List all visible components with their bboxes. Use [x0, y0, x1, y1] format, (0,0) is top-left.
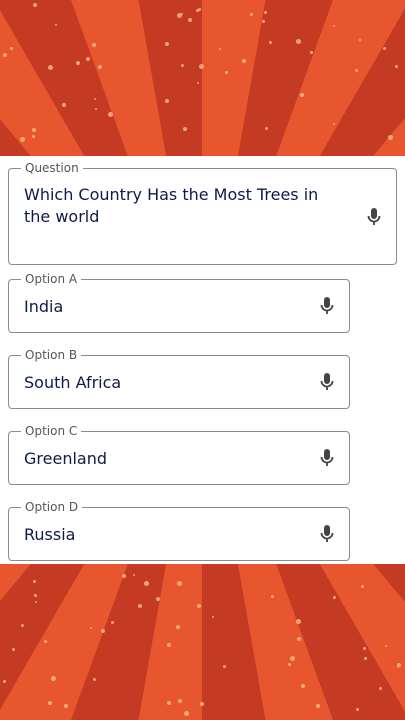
- confetti-speck: [155, 596, 160, 601]
- confetti-speck: [43, 639, 47, 643]
- confetti-speck: [315, 703, 320, 708]
- confetti-speck: [34, 600, 37, 603]
- option-b-field[interactable]: Option B South Africa: [8, 347, 350, 409]
- mic-icon[interactable]: [366, 207, 382, 227]
- confetti-speck: [20, 623, 24, 627]
- confetti-speck: [32, 3, 37, 8]
- confetti-speck: [295, 38, 301, 44]
- option-d-label: Option D: [21, 499, 83, 515]
- option-d-text: Russia: [24, 525, 76, 544]
- confetti-speck: [354, 68, 358, 72]
- option-c-text: Greenland: [24, 449, 107, 468]
- confetti-speck: [132, 574, 135, 577]
- confetti-speck: [176, 581, 182, 587]
- option-b-text: South Africa: [24, 373, 122, 392]
- confetti-speck: [180, 64, 184, 68]
- confetti-speck: [166, 642, 171, 647]
- option-b-label: Option B: [21, 347, 82, 363]
- confetti-speck: [31, 128, 36, 133]
- confetti-speck: [263, 11, 267, 15]
- confetti-speck: [332, 596, 336, 600]
- confetti-speck: [264, 126, 268, 130]
- confetti-speck: [164, 41, 169, 46]
- confetti-speck: [100, 628, 105, 633]
- question-field[interactable]: Question Which Country Has the Most Tree…: [8, 160, 397, 265]
- option-a-text: India: [24, 297, 64, 316]
- confetti-speck: [178, 698, 183, 703]
- option-a-label: Option A: [21, 271, 82, 287]
- option-d-field[interactable]: Option D Russia: [8, 499, 350, 561]
- confetti-speck: [183, 711, 189, 717]
- confetti-speck: [198, 64, 204, 70]
- confetti-speck: [287, 663, 291, 667]
- mic-icon[interactable]: [319, 524, 335, 544]
- option-c-label: Option C: [21, 423, 82, 439]
- confetti-speck: [224, 71, 228, 75]
- confetti-speck: [384, 645, 387, 648]
- confetti-speck: [9, 47, 13, 51]
- confetti-speck: [241, 58, 246, 63]
- confetti-speck: [167, 700, 172, 705]
- confetti-speck: [176, 13, 182, 19]
- quiz-form-panel: Question Which Country Has the Most Tree…: [0, 156, 405, 564]
- mic-icon[interactable]: [319, 296, 335, 316]
- confetti-speck: [97, 64, 102, 69]
- question-label: Question: [21, 160, 83, 176]
- confetti-speck: [197, 603, 202, 608]
- mic-icon[interactable]: [319, 372, 335, 392]
- confetti-speck: [211, 615, 214, 618]
- question-text: Which Country Has the Most Trees in the …: [24, 185, 319, 226]
- mic-icon[interactable]: [319, 448, 335, 468]
- option-a-field[interactable]: Option A India: [8, 271, 350, 333]
- confetti-speck: [2, 52, 7, 57]
- confetti-speck: [34, 593, 38, 597]
- confetti-speck: [54, 24, 57, 27]
- confetti-speck: [89, 626, 92, 629]
- confetti-speck: [196, 81, 199, 84]
- confetti-speck: [222, 665, 226, 669]
- confetti-speck: [261, 19, 265, 23]
- confetti-speck: [250, 12, 254, 16]
- option-c-field[interactable]: Option C Greenland: [8, 423, 350, 485]
- confetti-speck: [333, 24, 336, 27]
